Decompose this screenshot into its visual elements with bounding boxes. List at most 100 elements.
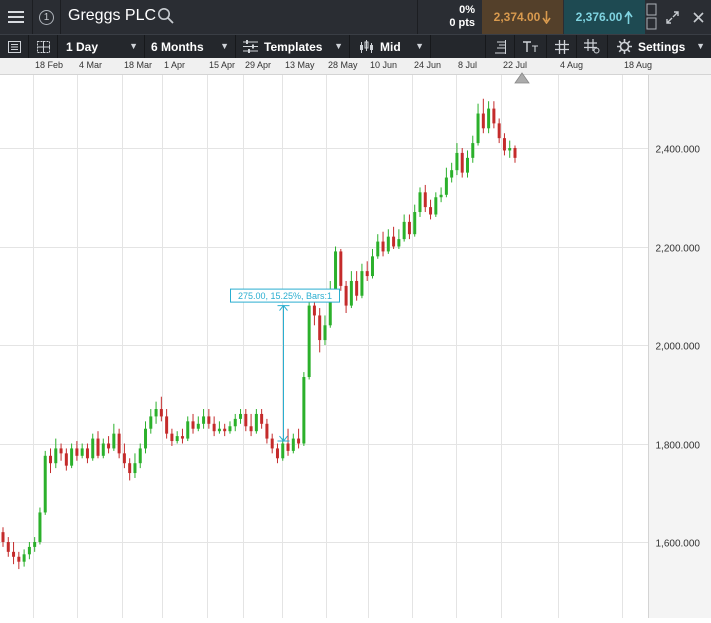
price-tick-label: 2,400.000 [656, 145, 701, 156]
price-type-label: Mid [380, 39, 401, 54]
candle-body [386, 236, 390, 252]
candle-body [249, 426, 253, 432]
candle-body [207, 416, 211, 424]
time-label: 8 Jul [458, 60, 478, 70]
grid-layout-icon [36, 40, 50, 53]
time-axis: 18 Feb 4 Mar 18 Mar 1 Apr 15 Apr 29 Apr … [0, 58, 711, 84]
time-label: 18 Mar [124, 60, 153, 70]
candle-body [144, 428, 148, 449]
candle-body [376, 241, 380, 257]
candle-body [397, 239, 401, 247]
candle-body [286, 443, 290, 451]
buy-button[interactable]: 2,376.00 [564, 0, 645, 34]
candle-body [191, 421, 195, 429]
candle-body [107, 443, 111, 449]
time-label: 22 Jul [503, 60, 528, 70]
text-size-icon [523, 41, 538, 52]
candle-body [355, 280, 359, 296]
menu-button[interactable] [0, 0, 33, 34]
candle-body [70, 448, 74, 466]
indicators-button[interactable] [577, 35, 608, 58]
candle-body [344, 285, 348, 306]
templates-icon [243, 40, 258, 53]
candle-body [418, 192, 422, 213]
expand-button[interactable] [660, 0, 685, 34]
time-label: 18 Feb [35, 60, 64, 70]
order-ticket-button[interactable] [646, 3, 657, 36]
instrument-name: Greggs PLC [68, 7, 157, 24]
candle-body [149, 416, 153, 429]
chevron-down-icon: ▼ [415, 41, 424, 51]
close-button[interactable] [686, 0, 711, 34]
candle-body [96, 438, 100, 456]
price-chart[interactable]: 2,400.000 2,200.000 2,000.000 1,800.000 1,60… [0, 75, 711, 618]
candle-body [481, 113, 485, 129]
price-tick-label: 2,200.000 [656, 244, 701, 255]
expand-icon [666, 10, 679, 24]
candle-body [233, 418, 237, 427]
candle-body [339, 251, 343, 286]
candle-body [170, 433, 174, 442]
drawing-tools-button[interactable] [485, 35, 515, 58]
text-tool-button[interactable] [515, 35, 547, 58]
price-tick-label: 1,600.000 [656, 539, 701, 550]
candle-body [360, 271, 364, 296]
candle-body [413, 212, 417, 235]
crosshair-button[interactable] [547, 35, 577, 58]
candle-body [159, 409, 163, 417]
candle-body [202, 416, 206, 424]
candle-body [17, 556, 21, 562]
templates-dropdown[interactable]: Templates ▼ [236, 35, 350, 58]
candle-body [43, 455, 47, 513]
candle-body [133, 463, 137, 474]
candle-body [334, 251, 338, 291]
price-tick-label: 2,000.000 [656, 342, 701, 353]
interval-label: 1 Day [66, 39, 99, 54]
candle-body [244, 413, 248, 427]
chart-toolbar: 1 Day ▼ 6 Months ▼ Templates ▼ Mid ▼ Set… [0, 34, 711, 58]
candle-body [27, 546, 31, 555]
interval-dropdown[interactable]: 1 Day ▼ [59, 35, 145, 58]
candle-body [260, 413, 264, 424]
settings-dropdown[interactable]: Settings ▼ [608, 35, 711, 58]
candle-body [6, 542, 10, 552]
range-dropdown[interactable]: 6 Months ▼ [145, 35, 236, 58]
time-label: 4 Mar [79, 60, 103, 70]
candle-body [275, 448, 279, 459]
candle-body [460, 152, 464, 173]
time-label: 4 Aug [560, 60, 584, 70]
candle-body [91, 438, 95, 459]
candle-body [22, 554, 26, 562]
candle-body [497, 123, 501, 139]
time-label: 29 Apr [245, 60, 272, 70]
price-type-dropdown[interactable]: Mid ▼ [351, 35, 431, 58]
settings-label: Settings [638, 39, 686, 54]
sell-price: 2,374.00 [493, 10, 541, 24]
range-label: 6 Months [151, 39, 204, 54]
list-icon [7, 40, 21, 53]
templates-label: Templates [264, 39, 323, 54]
info-icon-label: 1 [43, 11, 50, 23]
candle-body [196, 423, 200, 429]
down-arrow-icon [542, 10, 552, 24]
candle-body [508, 148, 512, 151]
info-icon: 1 [39, 9, 54, 25]
search-button[interactable] [157, 7, 175, 30]
layout-button[interactable] [29, 35, 58, 58]
candle-body [297, 438, 301, 444]
candle-body [112, 433, 116, 449]
candle-body [349, 280, 353, 306]
candle-body [270, 438, 274, 449]
candle-body [75, 448, 79, 456]
change-points: 0 pts [449, 17, 475, 29]
time-label: 28 May [328, 60, 358, 70]
candle-body [407, 221, 411, 235]
candle-body [33, 542, 37, 547]
time-label: 13 May [285, 60, 315, 70]
price-change-panel: 0% 0 pts [417, 0, 481, 34]
candle-body [180, 436, 184, 439]
chart-list-button[interactable] [0, 35, 29, 58]
chart-canvas[interactable]: 2,400.000 2,200.000 2,000.000 1,800.000 1,60… [0, 75, 711, 618]
sell-button[interactable]: 2,374.00 [482, 0, 563, 34]
info-button[interactable]: 1 [33, 0, 61, 34]
